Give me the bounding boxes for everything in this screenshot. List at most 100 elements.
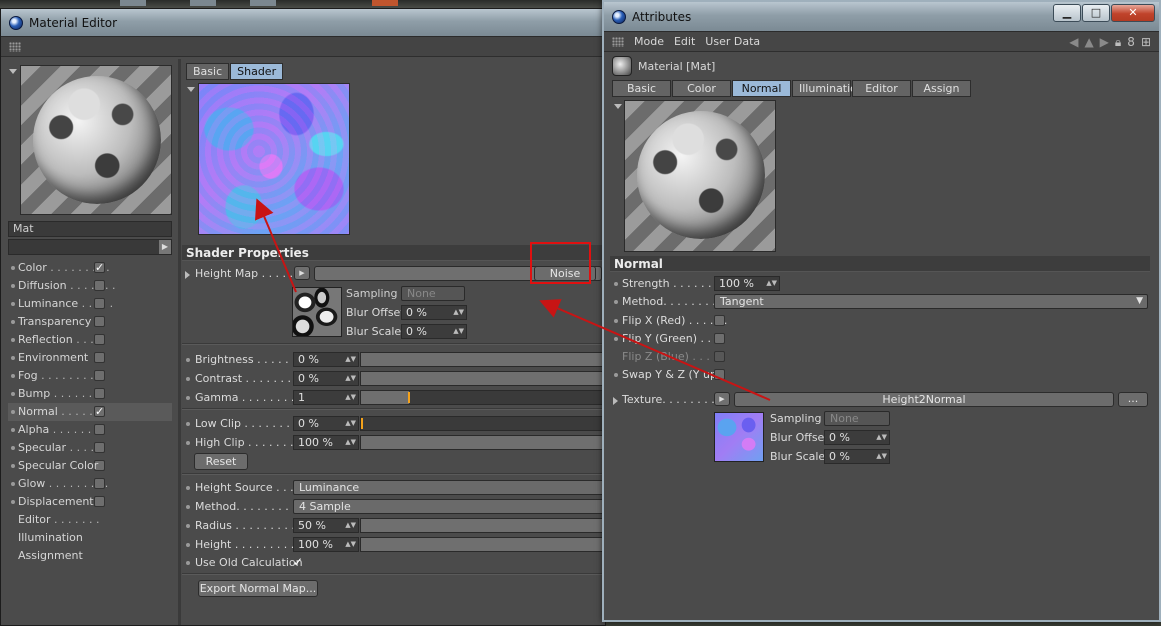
new-panel-icon[interactable]: ⊞ <box>1141 35 1151 50</box>
play-arrow-icon[interactable]: ▶ <box>714 392 730 406</box>
gamma-slider-marker[interactable] <box>408 392 410 403</box>
panel-divider[interactable] <box>178 59 181 625</box>
attributes-titlebar[interactable]: Attributes ▁ □ ✕ <box>604 2 1159 32</box>
channel-checkbox[interactable] <box>94 316 105 327</box>
channel-checkbox[interactable] <box>94 334 105 345</box>
high-clip-field[interactable]: 100 % ▲▼ <box>293 435 359 450</box>
radius-slider[interactable] <box>360 518 605 533</box>
method-dropdown[interactable]: 4 Sample <box>293 499 605 514</box>
close-icon[interactable]: ✕ <box>1111 4 1155 22</box>
spinner-icon[interactable]: ▲▼ <box>345 538 356 551</box>
spinner-icon[interactable]: ▲▼ <box>345 353 356 366</box>
tab-illumination[interactable]: Illumination <box>792 80 864 97</box>
tab-shader[interactable]: Shader <box>230 63 284 80</box>
play-arrow-icon[interactable]: ▶ <box>294 266 310 280</box>
method-dropdown[interactable]: Tangent ▼ <box>714 294 1148 309</box>
brightness-slider[interactable] <box>360 352 605 367</box>
expand-triangle-icon[interactable] <box>185 271 190 279</box>
menu-mode[interactable]: Mode <box>634 35 664 48</box>
menu-user-data[interactable]: User Data <box>705 35 760 48</box>
blur-scale-field[interactable]: 0 % ▲▼ <box>401 324 467 339</box>
tab-color[interactable]: Color <box>672 80 731 97</box>
spinner-icon[interactable]: ▲▼ <box>766 277 777 290</box>
spinner-icon[interactable]: ▲▼ <box>876 450 887 463</box>
height-slider[interactable] <box>360 537 605 552</box>
channel-checkbox[interactable] <box>94 388 105 399</box>
link-icon[interactable]: 8 <box>1127 35 1135 50</box>
expand-triangle-icon[interactable] <box>613 397 618 405</box>
channel-checkbox[interactable] <box>94 424 105 435</box>
channel-displacement[interactable]: Displacement <box>8 493 172 511</box>
material-preview[interactable] <box>20 65 172 215</box>
play-arrow-icon[interactable]: ▶ <box>159 240 171 254</box>
export-normal-map-button[interactable]: Export Normal Map... <box>198 580 318 597</box>
collapse-triangle-icon[interactable] <box>614 104 622 109</box>
low-clip-slider[interactable] <box>360 416 605 431</box>
forward-arrow-icon[interactable]: ▶ <box>1100 35 1109 50</box>
channel-specular[interactable]: Specular . . . . . <box>8 439 172 457</box>
gamma-field[interactable]: 1 ▲▼ <box>293 390 359 405</box>
height2normal-thumbnail[interactable] <box>714 412 764 462</box>
tex-sampling-dropdown[interactable]: None <box>824 411 890 426</box>
noise-thumbnail[interactable] <box>292 287 342 337</box>
gamma-slider[interactable] <box>360 390 605 405</box>
tab-basic[interactable]: Basic <box>186 63 230 80</box>
strength-field[interactable]: 100 % ▲▼ <box>714 276 780 291</box>
channel-checkbox[interactable] <box>94 442 105 453</box>
channel-normal[interactable]: Normal . . . . . . ✓ <box>8 403 172 421</box>
spinner-icon[interactable]: ▲▼ <box>876 431 887 444</box>
height-field[interactable]: 100 % ▲▼ <box>293 537 359 552</box>
flip-x-checkbox[interactable] <box>714 315 725 326</box>
low-clip-field[interactable]: 0 % ▲▼ <box>293 416 359 431</box>
more-options-button[interactable]: ... <box>1118 392 1148 407</box>
tex-blur-offset-field[interactable]: 0 % ▲▼ <box>824 430 890 445</box>
spinner-icon[interactable]: ▲▼ <box>453 325 464 338</box>
minimize-icon[interactable]: ▁ <box>1053 4 1081 22</box>
low-clip-marker[interactable] <box>361 418 363 429</box>
grip-handle-icon[interactable] <box>9 41 21 52</box>
radius-field[interactable]: 50 % ▲▼ <box>293 518 359 533</box>
spinner-icon[interactable]: ▲▼ <box>345 417 356 430</box>
channel-alpha[interactable]: Alpha . . . . . . . . <box>8 421 172 439</box>
blur-offset-field[interactable]: 0 % ▲▼ <box>401 305 467 320</box>
tab-normal[interactable]: Normal <box>732 80 791 97</box>
channel-specular-color[interactable]: Specular Color <box>8 457 172 475</box>
material-channel-slider[interactable]: ▶ <box>8 239 172 255</box>
height2normal-shader-button[interactable]: Height2Normal <box>734 392 1114 407</box>
channel-luminance[interactable]: Luminance . . . . . <box>8 295 172 313</box>
channel-checkbox[interactable] <box>94 478 105 489</box>
channel-assignment[interactable]: Assignment <box>8 547 172 565</box>
attributes-material-preview[interactable] <box>624 100 776 252</box>
channel-bump[interactable]: Bump . . . . . . . . <box>8 385 172 403</box>
collapse-triangle-icon[interactable] <box>9 69 17 74</box>
height-source-dropdown[interactable]: Luminance <box>293 480 605 495</box>
material-editor-titlebar[interactable]: Material Editor <box>1 9 605 37</box>
channel-checkbox[interactable] <box>94 496 105 507</box>
sampling-dropdown[interactable]: None <box>401 286 465 301</box>
channel-illumination[interactable]: Illumination <box>8 529 172 547</box>
channel-diffusion[interactable]: Diffusion . . . . . . . <box>8 277 172 295</box>
channel-editor[interactable]: Editor . . . . . . . <box>8 511 172 529</box>
spinner-icon[interactable]: ▲▼ <box>345 372 356 385</box>
checkmark-icon[interactable]: ✓ <box>293 554 303 571</box>
channel-color[interactable]: Color . . . . . . . . . ✓ <box>8 259 172 277</box>
tab-basic[interactable]: Basic <box>612 80 671 97</box>
channel-checkbox[interactable] <box>94 370 105 381</box>
channel-transparency[interactable]: Transparency <box>8 313 172 331</box>
tab-assign[interactable]: Assign <box>912 80 971 97</box>
brightness-field[interactable]: 0 % ▲▼ <box>293 352 359 367</box>
collapse-triangle-icon[interactable] <box>187 87 195 92</box>
spinner-icon[interactable]: ▲▼ <box>345 436 356 449</box>
channel-checkbox[interactable] <box>94 352 105 363</box>
channel-checkbox[interactable] <box>94 280 105 291</box>
reset-button[interactable]: Reset <box>194 453 248 470</box>
flip-z-checkbox[interactable] <box>714 351 725 362</box>
high-clip-slider[interactable] <box>360 435 605 450</box>
maximize-icon[interactable]: □ <box>1082 4 1110 22</box>
contrast-slider[interactable] <box>360 371 605 386</box>
spinner-icon[interactable]: ▲▼ <box>453 306 464 319</box>
lock-icon[interactable]: 🔒︎ <box>1115 35 1121 50</box>
back-arrow-icon[interactable]: ◀ <box>1069 35 1078 50</box>
channel-environment[interactable]: Environment <box>8 349 172 367</box>
channel-glow[interactable]: Glow . . . . . . . . . <box>8 475 172 493</box>
